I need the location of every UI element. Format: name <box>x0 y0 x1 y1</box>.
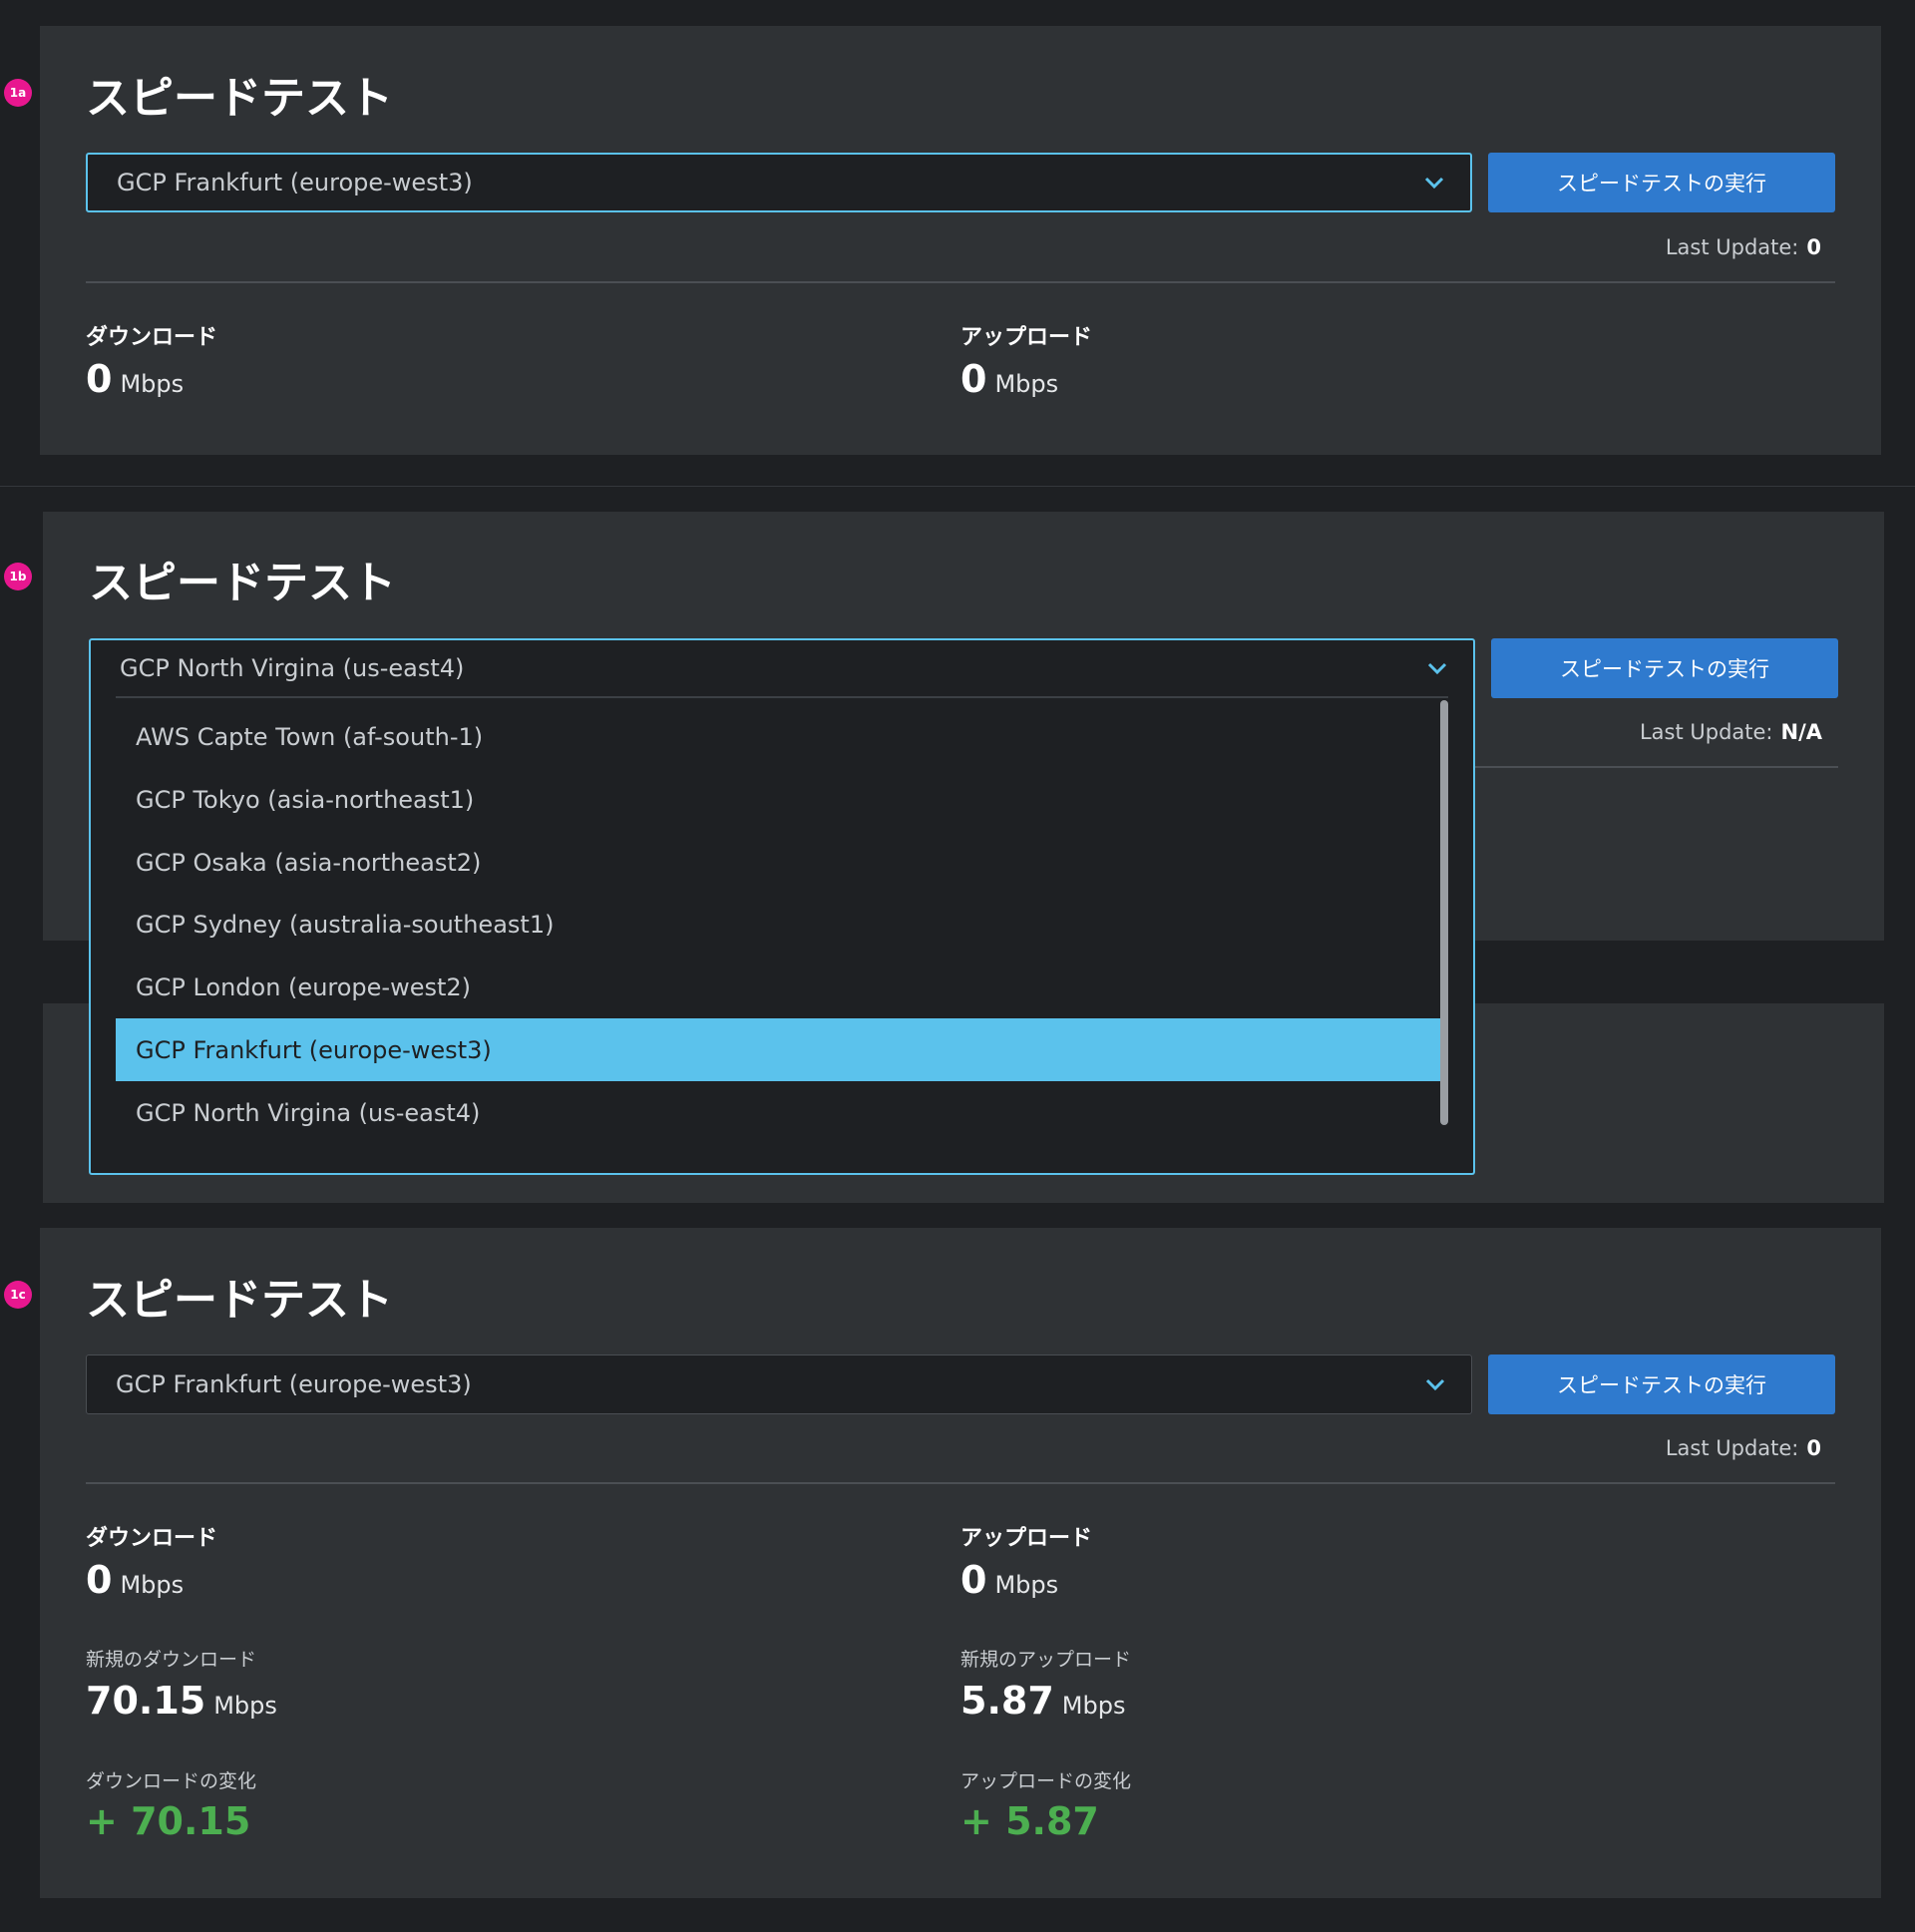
download-value: 0 <box>86 357 113 401</box>
dropdown-option[interactable]: GCP Osaka (asia-northeast2) <box>116 831 1440 894</box>
chevron-down-icon <box>1425 656 1449 680</box>
run-speedtest-button[interactable]: スピードテストの実行 <box>1488 153 1835 212</box>
last-update: Last Update: 0 <box>1666 1436 1821 1460</box>
new-download-value: 70.15 <box>86 1679 206 1723</box>
server-select-value: GCP Frankfurt (europe-west3) <box>116 1370 472 1398</box>
page-title: スピードテスト <box>89 558 396 608</box>
last-update-label: Last Update: <box>1665 1436 1799 1460</box>
upload-change-value: + 5.87 <box>960 1799 1099 1843</box>
last-update: Last Update: N/A <box>1640 720 1822 744</box>
download-unit: Mbps <box>120 1571 185 1599</box>
download-value: 0 <box>86 1558 113 1602</box>
last-update-label: Last Update: <box>1639 720 1773 744</box>
run-speedtest-button[interactable]: スピードテストの実行 <box>1488 1354 1835 1414</box>
dropdown-option[interactable]: GCP London (europe-west2) <box>116 956 1440 1018</box>
upload-label: アップロード <box>960 325 1093 350</box>
page-title: スピードテスト <box>86 1275 393 1326</box>
server-select[interactable]: GCP North Virgina (us-east4) <box>89 638 1475 698</box>
download-metric: 0 Mbps <box>86 1558 184 1602</box>
server-select-value: GCP North Virgina (us-east4) <box>120 654 465 682</box>
upload-metric: 0 Mbps <box>960 1558 1058 1602</box>
last-update: Last Update: 0 <box>1666 235 1821 259</box>
new-download-metric: 70.15 Mbps <box>86 1679 277 1723</box>
dropdown-option[interactable]: GCP North Virgina (us-east4) <box>116 1081 1440 1144</box>
dropdown-scrollbar[interactable] <box>1440 700 1448 1125</box>
divider <box>86 281 1835 283</box>
upload-unit: Mbps <box>994 1571 1059 1599</box>
dropdown-option[interactable]: AWS Capte Town (af-south-1) <box>116 705 1440 768</box>
new-download-unit: Mbps <box>213 1692 277 1720</box>
download-label: ダウンロード <box>86 325 218 350</box>
new-upload-unit: Mbps <box>1061 1692 1126 1720</box>
server-select[interactable]: GCP Frankfurt (europe-west3) <box>86 153 1472 212</box>
run-speedtest-button[interactable]: スピードテストの実行 <box>1491 638 1838 698</box>
last-update-label: Last Update: <box>1665 235 1799 259</box>
step-badge: 1c <box>4 1281 32 1309</box>
step-badge: 1b <box>4 563 32 590</box>
upload-change-label: アップロードの変化 <box>960 1770 1132 1792</box>
dropdown-option[interactable]: GCP Sydney (australia-southeast1) <box>116 893 1440 956</box>
chevron-down-icon <box>1423 1372 1447 1396</box>
new-upload-label: 新規のアップロード <box>960 1649 1132 1671</box>
download-unit: Mbps <box>120 370 185 398</box>
upload-label: アップロード <box>960 1526 1093 1551</box>
dropdown-option-highlighted[interactable]: GCP Frankfurt (europe-west3) <box>116 1018 1440 1081</box>
upload-value: 0 <box>960 357 987 401</box>
dropdown-option[interactable]: GCP Tokyo (asia-northeast1) <box>116 768 1440 831</box>
download-change-label: ダウンロードの変化 <box>86 1770 257 1792</box>
server-select-value: GCP Frankfurt (europe-west3) <box>117 169 473 196</box>
download-metric: 0 Mbps <box>86 357 184 401</box>
upload-unit: Mbps <box>994 370 1059 398</box>
new-download-label: 新規のダウンロード <box>86 1649 257 1671</box>
step-badge: 1a <box>4 79 32 107</box>
upload-value: 0 <box>960 1558 987 1602</box>
upload-metric: 0 Mbps <box>960 357 1058 401</box>
last-update-value: 0 <box>1806 235 1821 259</box>
new-upload-value: 5.87 <box>960 1679 1054 1723</box>
last-update-value: N/A <box>1780 720 1823 744</box>
download-label: ダウンロード <box>86 1526 218 1551</box>
download-change-value: + 70.15 <box>86 1799 251 1843</box>
section-divider <box>0 486 1915 487</box>
server-dropdown-list[interactable]: AWS Capte Town (af-south-1) GCP Tokyo (a… <box>89 696 1475 1175</box>
new-upload-metric: 5.87 Mbps <box>960 1679 1125 1723</box>
divider <box>86 1482 1835 1484</box>
dropdown-option-partial[interactable] <box>116 1161 1440 1173</box>
last-update-value: 0 <box>1806 1436 1821 1460</box>
page-title: スピードテスト <box>86 73 393 124</box>
chevron-down-icon <box>1422 171 1446 194</box>
server-select[interactable]: GCP Frankfurt (europe-west3) <box>86 1354 1472 1414</box>
dropdown-separator <box>116 696 1448 698</box>
